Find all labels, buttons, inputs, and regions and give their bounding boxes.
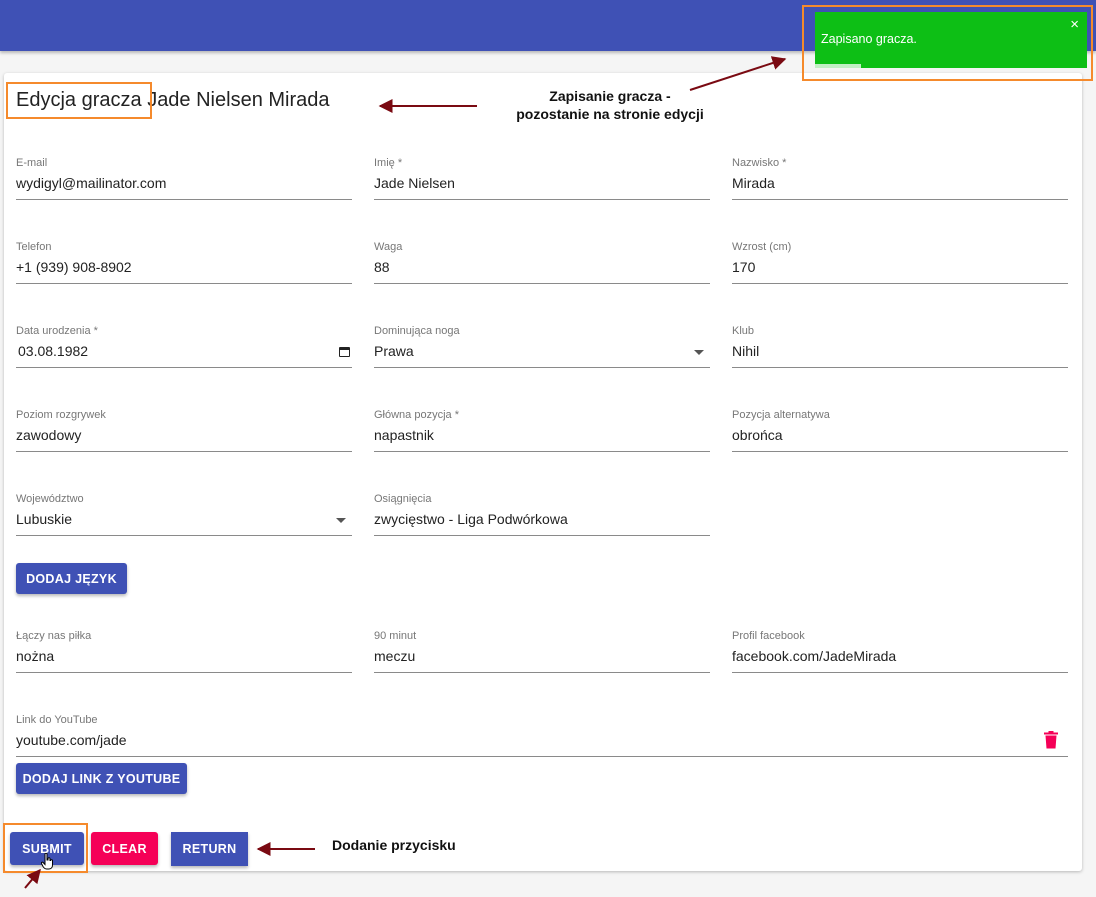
arrow-to-submit bbox=[24, 868, 41, 889]
annotation-arrows bbox=[24, 56, 787, 889]
arrow-to-toast bbox=[689, 56, 787, 91]
